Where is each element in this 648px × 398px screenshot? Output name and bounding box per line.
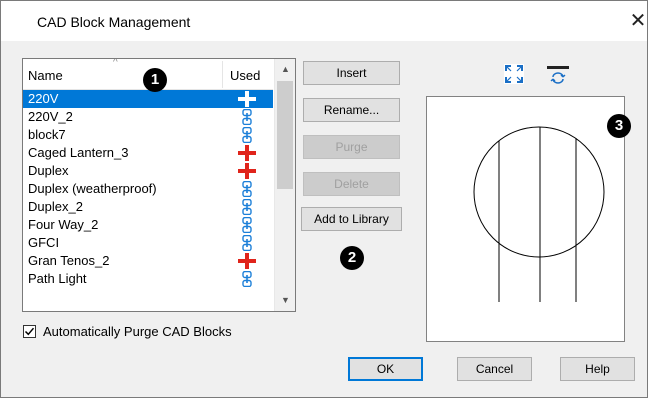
- list-item[interactable]: 220V: [23, 90, 273, 108]
- sort-ascending-icon: ^: [113, 58, 118, 68]
- swap-view-icon[interactable]: [545, 63, 571, 85]
- list-item[interactable]: block7: [23, 126, 273, 144]
- ok-button[interactable]: OK: [348, 357, 423, 381]
- list-item-name: Duplex_2: [28, 199, 83, 214]
- scroll-down-icon[interactable]: ▼: [275, 292, 295, 309]
- blue-link-icon: [236, 108, 258, 126]
- scroll-up-icon[interactable]: ▲: [275, 61, 295, 78]
- dialog-title: CAD Block Management: [37, 14, 191, 30]
- insert-button[interactable]: Insert: [303, 61, 400, 85]
- cancel-button[interactable]: Cancel: [457, 357, 532, 381]
- list-item-name: 220V_2: [28, 109, 73, 124]
- column-header-name[interactable]: Name: [28, 68, 63, 83]
- callout-badge-1: 1: [143, 68, 167, 92]
- list-item-name: Gran Tenos_2: [28, 253, 110, 268]
- blue-link-icon: [236, 198, 258, 216]
- cad-block-management-dialog: CAD Block Management ✕ ^ Name Used 220V 2…: [0, 0, 648, 398]
- blue-link-icon: [236, 234, 258, 252]
- auto-purge-label: Automatically Purge CAD Blocks: [43, 324, 232, 339]
- close-icon[interactable]: ✕: [628, 9, 648, 33]
- list-item-name: 220V: [28, 91, 59, 106]
- list-item[interactable]: GFCI: [23, 234, 273, 252]
- purge-button[interactable]: Purge: [303, 135, 400, 159]
- list-item-name: Caged Lantern_3: [28, 145, 129, 160]
- list-item[interactable]: Four Way_2: [23, 216, 273, 234]
- list-item[interactable]: Duplex_2: [23, 198, 273, 216]
- fill-window-icon[interactable]: [503, 63, 525, 85]
- list-item-name: block7: [28, 127, 66, 142]
- list-item-name: Four Way_2: [28, 217, 99, 232]
- column-divider[interactable]: [222, 61, 223, 88]
- block-preview-drawing: [473, 126, 605, 302]
- cad-block-list[interactable]: ^ Name Used 220V 220V_2 block7 Caged Lanter…: [22, 58, 296, 312]
- block-preview: 3: [426, 96, 631, 342]
- red-cross-icon: [236, 145, 258, 161]
- blue-link-icon: [236, 216, 258, 234]
- checkmark-icon: [24, 327, 35, 336]
- list-item[interactable]: 220V_2: [23, 108, 273, 126]
- list-item[interactable]: Duplex: [23, 162, 273, 180]
- scroll-thumb[interactable]: [277, 81, 293, 189]
- callout-badge-3: 3: [607, 114, 631, 138]
- rename-button[interactable]: Rename...: [303, 98, 400, 122]
- list-item-name: Duplex (weatherproof): [28, 181, 157, 196]
- blue-link-icon: [236, 126, 258, 144]
- blue-link-icon: [236, 180, 258, 198]
- list-item-name: Path Light: [28, 271, 87, 286]
- red-cross-icon: [236, 163, 258, 179]
- help-button[interactable]: Help: [560, 357, 635, 381]
- list-item-name: GFCI: [28, 235, 60, 250]
- title-bar: CAD Block Management ✕: [1, 1, 647, 41]
- column-header-used[interactable]: Used: [230, 68, 260, 83]
- red-cross-icon: [236, 253, 258, 269]
- list-item-name: Duplex: [28, 163, 69, 178]
- callout-badge-2: 2: [340, 246, 364, 270]
- list-item[interactable]: Caged Lantern_3: [23, 144, 273, 162]
- delete-button[interactable]: Delete: [303, 172, 400, 196]
- list-item[interactable]: Path Light: [23, 270, 273, 288]
- list-item[interactable]: Duplex (weatherproof): [23, 180, 273, 198]
- vertical-scrollbar[interactable]: ▲ ▼: [274, 59, 295, 311]
- add-to-library-button[interactable]: Add to Library: [301, 207, 402, 231]
- blue-link-icon: [236, 270, 258, 288]
- list-item[interactable]: Gran Tenos_2: [23, 252, 273, 270]
- auto-purge-checkbox[interactable]: [23, 325, 36, 338]
- list-rows: 220V 220V_2 block7 Caged Lantern_3 Duplex Dup…: [23, 90, 273, 288]
- red-cross-icon: [236, 91, 258, 107]
